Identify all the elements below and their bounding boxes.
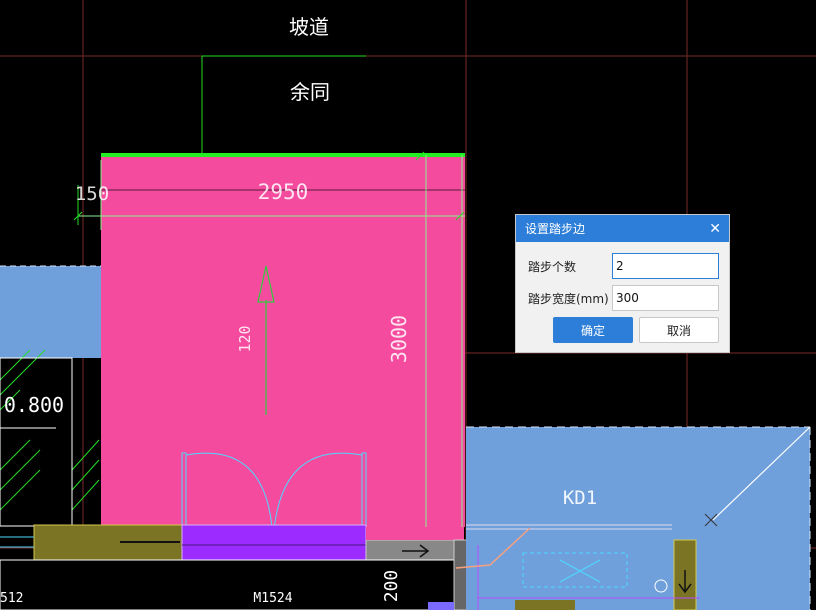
close-icon[interactable]: ✕ — [709, 222, 721, 236]
left-slab — [0, 266, 101, 358]
dialog-title: 设置踏步边 — [525, 222, 586, 236]
zone-label-kd1: KD1 — [563, 487, 597, 509]
dimension-120: 120 — [236, 325, 254, 352]
step-count-row: 踏步个数 — [516, 253, 729, 279]
step-width-input[interactable] — [612, 285, 719, 311]
dimension-200: 200 — [381, 570, 402, 603]
cancel-button[interactable]: 取消 — [639, 317, 719, 343]
door-threshold[interactable] — [181, 524, 367, 563]
label-ramp: 坡道 — [289, 15, 329, 39]
bottom-olive-left — [33, 524, 183, 563]
step-width-label: 踏步宽度(mm) — [528, 292, 609, 306]
elevation-label: 0.800 — [4, 393, 64, 417]
leader-line — [201, 55, 366, 155]
set-step-edge-dialog: 设置踏步边 ✕ 踏步个数 踏步宽度(mm) 确定 取消 — [515, 214, 730, 353]
door-label-m1524: M1524 — [253, 591, 292, 606]
edge-label-512: 512 — [0, 591, 23, 606]
step-count-label: 踏步个数 — [528, 260, 577, 274]
left-hatch — [0, 349, 100, 511]
dialog-title-bar[interactable]: 设置踏步边 ✕ — [516, 215, 729, 242]
ok-button[interactable]: 确定 — [553, 317, 633, 343]
dimension-150: 150 — [75, 183, 109, 205]
label-remaining: 余同 — [290, 80, 330, 104]
step-count-input[interactable] — [612, 253, 719, 279]
slab-kd1[interactable] — [466, 427, 810, 610]
left-wall-outline — [0, 357, 73, 527]
step-width-row: 踏步宽度(mm) — [516, 285, 729, 311]
dimension-2950: 2950 — [258, 180, 309, 204]
dimension-3000: 3000 — [387, 315, 411, 363]
